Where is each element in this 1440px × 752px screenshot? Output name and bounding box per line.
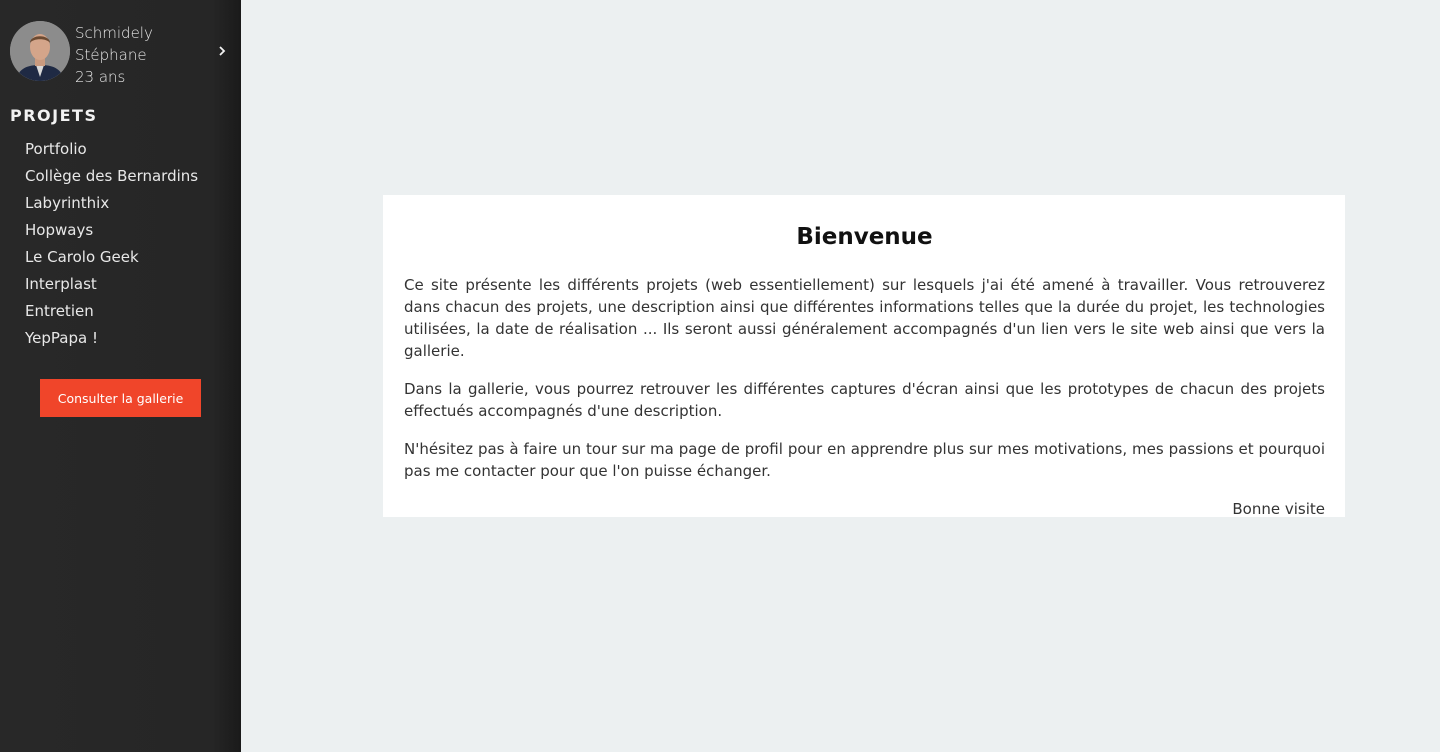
gallery-paragraph: Dans la gallerie, vous pourrez retrouver… [404,380,1325,420]
intro-paragraph: Ce site présente les différents projets … [404,276,1325,360]
page-title: Bienvenue [796,224,933,250]
nav-item-yeppapa[interactable]: YepPapa ! [25,326,198,353]
avatar [10,21,70,81]
signoff-text: Bonne visite [1232,500,1325,518]
profile-info: Schmidely Stéphane 23 ans [75,22,153,88]
projects-nav: Portfolio Collège des Bernardins Labyrin… [25,137,198,353]
profile-first-name: Stéphane [75,46,147,64]
nav-item-le-carolo-geek[interactable]: Le Carolo Geek [25,245,198,272]
chevron-right-icon [219,46,226,56]
gallery-button[interactable]: Consulter la gallerie [40,379,201,417]
nav-item-entretien[interactable]: Entretien [25,299,198,326]
nav-item-college-des-bernardins[interactable]: Collège des Bernardins [25,164,198,191]
nav-item-portfolio[interactable]: Portfolio [25,137,198,164]
welcome-card: Bienvenue Ce site présente les différent… [383,195,1345,518]
profile-last-name: Schmidely [75,24,153,42]
nav-item-hopways[interactable]: Hopways [25,218,198,245]
profile-link[interactable]: Schmidely Stéphane 23 ans [10,21,235,86]
profile-age: 23 ans [75,68,126,86]
nav-item-interplast[interactable]: Interplast [25,272,198,299]
nav-item-labyrinthix[interactable]: Labyrinthix [25,191,198,218]
profile-paragraph: N'hésitez pas à faire un tour sur ma pag… [404,440,1325,480]
section-title-projects: PROJETS [10,106,98,125]
sidebar: Schmidely Stéphane 23 ans PROJETS Portfo… [0,0,241,752]
